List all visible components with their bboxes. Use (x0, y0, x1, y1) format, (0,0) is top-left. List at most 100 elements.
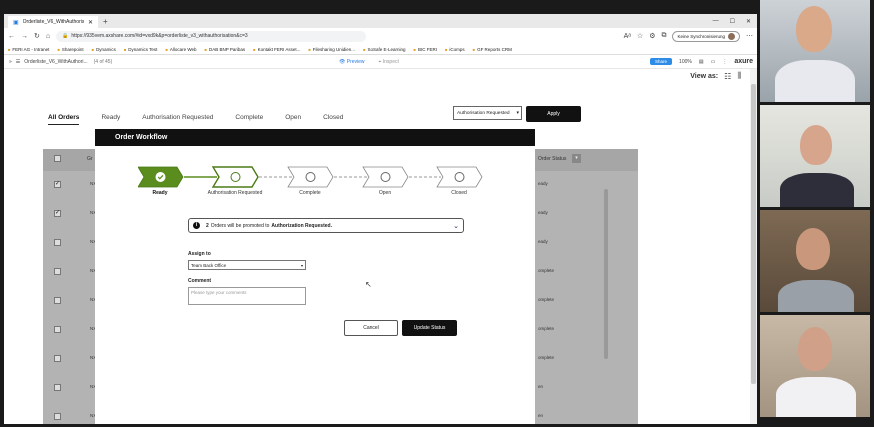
tab-title: Orderliste_V6_WithAuthorisation (22, 19, 84, 25)
list-view-icon[interactable]: ☷ (724, 72, 731, 81)
filter-tab[interactable]: Complete (235, 114, 263, 125)
participant-video[interactable] (760, 0, 870, 102)
row-checkbox[interactable] (54, 297, 61, 304)
bookmark-item[interactable]: Sharepoint (57, 47, 84, 52)
address-bar[interactable]: 🔒 https://935vem.axshare.com/#id=vxd9k&p… (56, 30, 367, 42)
read-aloud-icon[interactable]: Aᵃ (624, 33, 631, 40)
more-vert-icon[interactable]: ⋮ (722, 59, 727, 65)
filter-tab[interactable]: Authorisation Requested (142, 114, 213, 125)
prototype-page: View as: ☷ ⫼ All Orders Ready Authorisatio… (4, 69, 757, 424)
menu-icon[interactable]: ☰ (16, 59, 20, 65)
comment-label: Comment (188, 278, 212, 284)
grid-view-icon[interactable]: ⫼ (737, 71, 741, 81)
bookmark-item[interactable]: iComps (445, 47, 464, 52)
bookmark-item[interactable]: DAB BNP Paribas (205, 47, 245, 52)
maximize-icon[interactable]: ☐ (730, 18, 735, 25)
bookmark-item[interactable]: BIC FERI (414, 47, 437, 52)
assign-label: Assign to (188, 251, 211, 257)
inspect-label: Inspect (382, 58, 399, 65)
workflow-step[interactable] (211, 166, 259, 188)
doc-icon[interactable]: ▤ (699, 59, 704, 65)
assign-select[interactable]: Team Back Office ▾ (188, 260, 306, 270)
minimize-icon[interactable]: — (713, 18, 719, 25)
bookmark-item[interactable]: FERI AG - Intranet (8, 47, 49, 52)
column-filter-icon[interactable]: ▾ (572, 154, 581, 163)
step-label: Complete (299, 190, 321, 196)
apply-button[interactable]: Apply (526, 106, 581, 122)
row-status: omplete (538, 268, 555, 273)
video-call-panel (760, 0, 870, 427)
participant-video[interactable] (760, 210, 870, 312)
step-label: Ready (152, 190, 168, 196)
row-checkbox[interactable] (54, 239, 61, 246)
collections-icon[interactable]: ⧉ (661, 32, 666, 40)
preview-label: Preview (346, 58, 365, 65)
row-status: en (538, 384, 544, 389)
cancel-button[interactable]: Cancel (344, 320, 398, 336)
bookmark-item[interactable]: Dynamics Test (124, 47, 157, 52)
extensions-icon[interactable]: ⚙ (649, 32, 655, 40)
column-header-status: Order Status (538, 156, 567, 162)
comment-icon[interactable]: ▭ (711, 59, 716, 65)
check-circle-icon (155, 172, 166, 182)
favorite-icon[interactable]: ☆ (637, 32, 643, 40)
bookmark-item[interactable]: Filesharing Unidien... (308, 47, 355, 52)
mouse-cursor-icon: ↖ (365, 280, 372, 289)
bookmark-item[interactable]: Kontakt FERI Asset... (253, 47, 301, 52)
filter-tabs: All Orders Ready Authorisation Requested Co… (48, 114, 365, 125)
inspect-tab[interactable]: ⌖ Inspect (379, 59, 399, 65)
row-checkbox[interactable]: ✓ (54, 210, 61, 217)
participant-video[interactable] (760, 315, 870, 417)
row-checkbox[interactable] (54, 384, 61, 391)
avatar (728, 32, 735, 40)
row-checkbox[interactable] (54, 413, 61, 420)
zoom-select[interactable]: 100% (679, 59, 692, 65)
promotion-info[interactable]: i 2 Orders will be promoted to Authoriza… (188, 218, 464, 233)
home-icon[interactable]: ⌂ (46, 33, 50, 40)
page-scrollbar[interactable] (750, 69, 757, 424)
new-tab-icon[interactable]: + (103, 17, 108, 26)
row-status: eady (538, 181, 548, 186)
step-label: Authorisation Requested (207, 190, 263, 196)
update-status-button[interactable]: Update Status (402, 320, 457, 336)
comment-placeholder: Please type your comments (191, 290, 247, 295)
step-label: Closed (451, 190, 467, 196)
forward-icon[interactable]: → (21, 33, 28, 40)
sync-button[interactable]: Keine Synchronisierung (672, 30, 740, 42)
info-target: Authorization Requested. (271, 222, 332, 229)
row-checkbox[interactable] (54, 268, 61, 275)
close-window-icon[interactable]: ✕ (746, 18, 751, 25)
bookmark-item[interactable]: GF Reports CRM (473, 47, 512, 52)
row-checkbox[interactable]: ✓ (54, 181, 61, 188)
filter-tab[interactable]: Open (285, 114, 301, 125)
row-checkbox[interactable] (54, 326, 61, 333)
expand-icon[interactable]: » (9, 59, 12, 65)
filter-tab[interactable]: All Orders (48, 114, 80, 125)
share-button[interactable]: Share (650, 58, 673, 65)
workflow-step[interactable] (362, 166, 409, 188)
chevron-down-icon: ▾ (300, 262, 303, 268)
close-icon[interactable]: ✕ (88, 19, 93, 26)
back-icon[interactable]: ← (8, 33, 15, 40)
more-icon[interactable]: ⋯ (746, 32, 753, 40)
bookmark-item[interactable]: Allocare Web (165, 47, 197, 52)
bookmark-item[interactable]: Dynamics (92, 47, 116, 52)
filter-tab[interactable]: Closed (323, 114, 343, 125)
participant-video[interactable] (760, 105, 870, 207)
preview-tab[interactable]: 👁 Preview (339, 59, 365, 65)
bookmark-item[interactable]: SoSafe E-Learning (363, 47, 405, 52)
page-icon: ▣ (13, 19, 19, 26)
chevron-down-icon[interactable]: ⌄ (453, 222, 459, 230)
browser-tab[interactable]: ▣ Orderliste_V6_WithAuthorisation ✕ (8, 16, 98, 28)
refresh-icon[interactable]: ↻ (34, 32, 40, 40)
row-status: omplete (538, 355, 555, 360)
status-select[interactable]: Authorisation Requested ▾ (453, 106, 522, 120)
filter-tab[interactable]: Ready (101, 114, 120, 125)
row-status: eady (538, 210, 548, 215)
row-checkbox[interactable] (54, 355, 61, 362)
workflow-step[interactable] (436, 166, 483, 188)
workflow-step[interactable] (287, 166, 334, 188)
comment-field[interactable]: Please type your comments (188, 287, 306, 305)
select-all-checkbox[interactable] (54, 155, 61, 162)
axure-project-title[interactable]: Orderliste_V6_WithAuthori... (24, 59, 87, 65)
